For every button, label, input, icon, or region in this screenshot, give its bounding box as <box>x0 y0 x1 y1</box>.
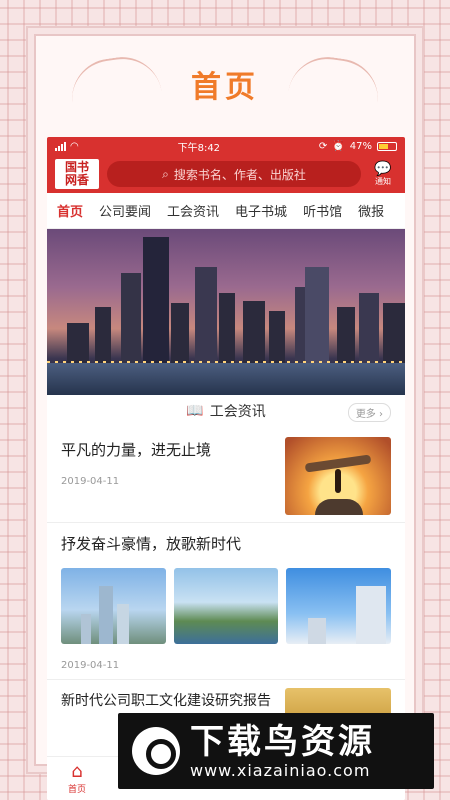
nav-home-label: 首页 <box>67 785 86 795</box>
lock-rotation-icon: ⟳ <box>318 140 328 152</box>
news-image <box>173 568 279 644</box>
news-image <box>61 568 166 644</box>
tab-company-news[interactable]: 公司要闻 <box>99 201 151 220</box>
tab-union-news[interactable]: 工会资讯 <box>167 201 219 220</box>
search-icon: ⌕ <box>162 166 169 181</box>
banner-image[interactable] <box>47 229 405 395</box>
logo-line2: 网香 <box>64 173 89 187</box>
book-icon: 📖 <box>186 403 204 419</box>
section-title: 工会资讯 <box>209 404 266 420</box>
more-label: 更多 <box>355 409 376 420</box>
nav-home[interactable]: ⌂ 首页 <box>47 761 107 796</box>
signal-icon <box>55 141 66 151</box>
news-title: 抒发奋斗豪情，放歌新时代 <box>61 535 242 553</box>
tab-audiobook[interactable]: 听书馆 <box>303 201 342 220</box>
news-item[interactable]: 平凡的力量，进无止境 2019-04-11 <box>47 427 405 523</box>
app-logo[interactable]: 国书 网香 <box>55 159 99 189</box>
news-date: 2019-04-11 <box>61 476 120 487</box>
watermark: 下载鸟资源 www.xiazainiao.com <box>118 713 434 789</box>
section-header: 📖 工会资讯 更多 › <box>47 395 405 427</box>
news-date: 2019-04-11 <box>61 660 120 671</box>
tab-home[interactable]: 首页 <box>57 201 83 220</box>
home-icon: ⌂ <box>71 761 83 782</box>
battery-icon <box>377 141 397 151</box>
watermark-url: www.xiazainiao.com <box>190 760 371 780</box>
notify-label: 通知 <box>375 176 391 186</box>
watermark-title: 下载鸟资源 <box>190 721 375 762</box>
news-image <box>286 568 392 644</box>
category-tabs: 首页 公司要闻 工会资讯 电子书城 听书馆 微报 <box>47 193 405 229</box>
more-button[interactable]: 更多 › <box>347 403 391 422</box>
app-bar: 国书 网香 ⌕ 搜索书名、作者、出版社 💬 通知 <box>47 155 405 193</box>
notify-button[interactable]: 💬 通知 <box>369 162 397 187</box>
battery-percent: 47% <box>349 140 372 152</box>
tab-ebook-store[interactable]: 电子书城 <box>235 201 287 220</box>
news-item[interactable]: 抒发奋斗豪情，放歌新时代 2019-04-11 <box>47 523 405 680</box>
search-input[interactable]: ⌕ 搜索书名、作者、出版社 <box>107 161 361 187</box>
chat-bubble-icon: 💬 <box>374 160 392 177</box>
tab-micro-news[interactable]: 微报 <box>358 201 384 220</box>
status-bar: ◠ 下午8:42 ⟳ ⏰ 47% <box>47 137 405 155</box>
phone-screen: ◠ 下午8:42 ⟳ ⏰ 47% 国书 网香 ⌕ 搜索书名、作者、出版社 💬 通… <box>47 137 405 800</box>
news-thumbnail <box>285 437 391 515</box>
alarm-icon: ⏰ <box>332 140 345 152</box>
status-time: 下午8:42 <box>177 142 221 154</box>
news-title: 新时代公司职工文化建设研究报告 <box>61 693 271 709</box>
news-title: 平凡的力量，进无止境 <box>61 441 212 459</box>
page-title: 首页 <box>191 70 259 105</box>
wifi-icon: ◠ <box>70 140 79 152</box>
search-placeholder: 搜索书名、作者、出版社 <box>173 167 306 182</box>
watermark-logo-icon <box>132 727 180 775</box>
